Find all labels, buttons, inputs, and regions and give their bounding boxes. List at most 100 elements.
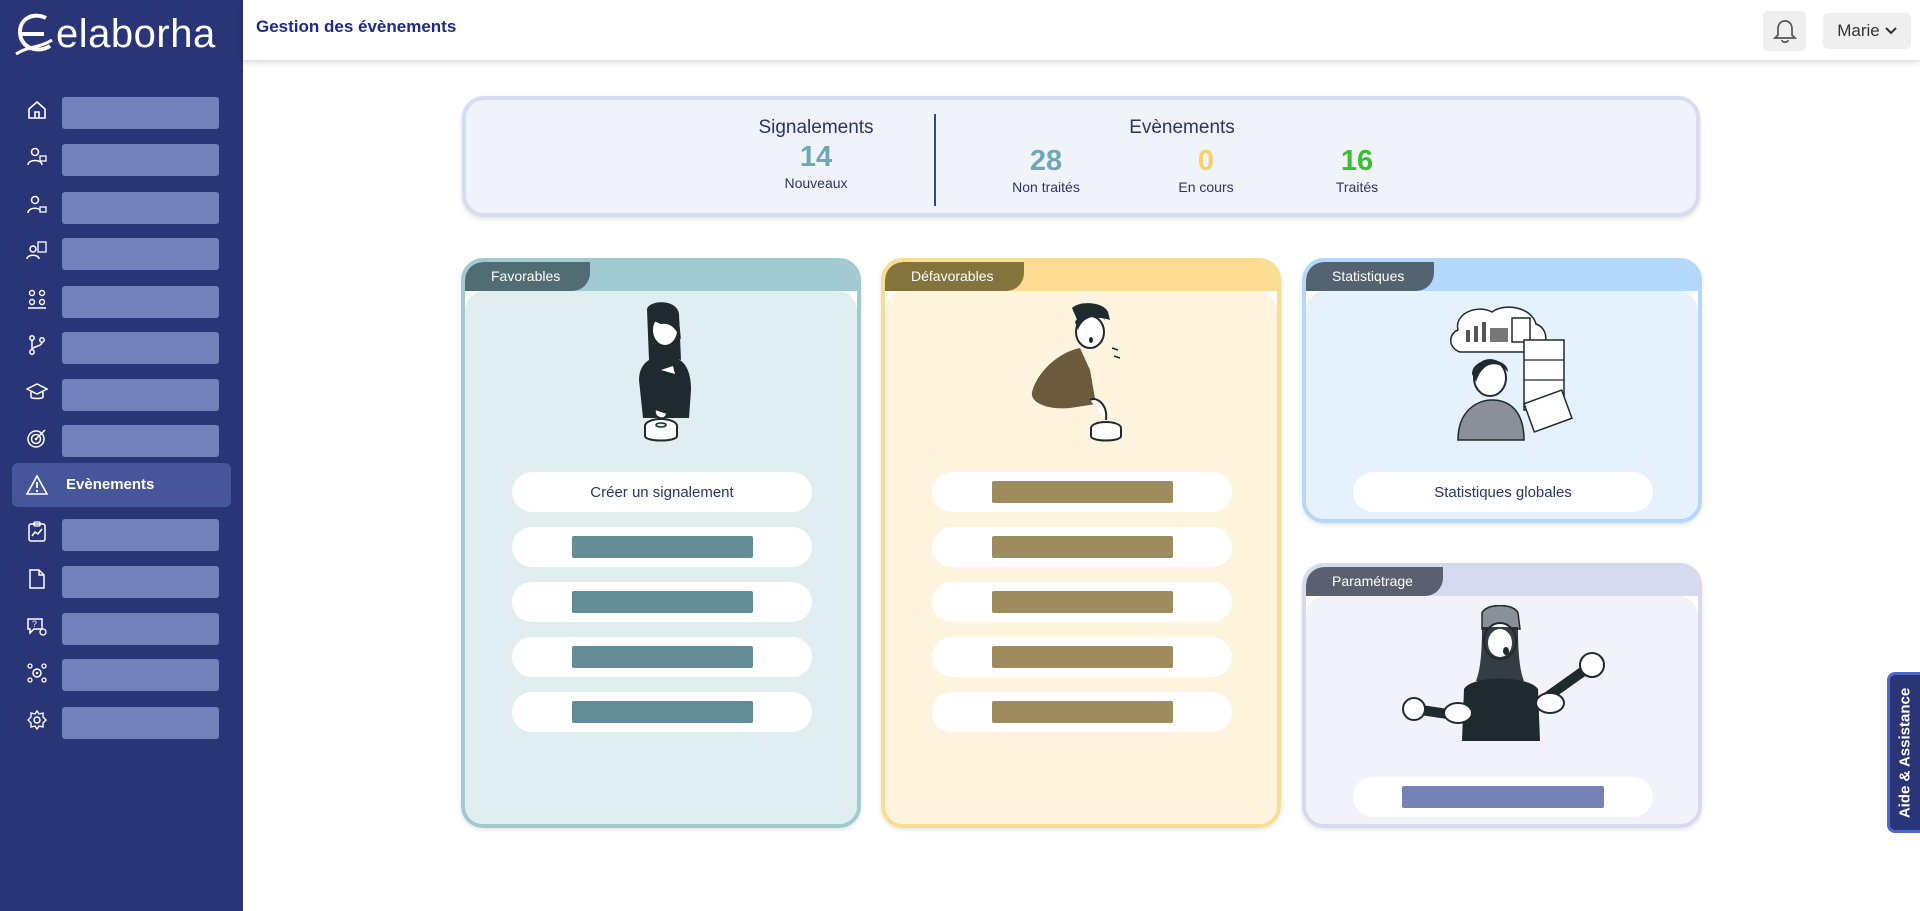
aide-assistance-label: Aide & Assistance — [1896, 687, 1914, 818]
logo-text: elaborha — [56, 11, 216, 56]
sidebar-item-evenements[interactable]: Evènements — [12, 463, 231, 507]
signalements-summary[interactable]: Signalements 14 Nouveaux — [746, 117, 886, 191]
favorables-action-button[interactable] — [512, 527, 812, 567]
sidebar-item-placeholder — [62, 286, 219, 318]
bell-icon — [1772, 20, 1797, 44]
sidebar-item-placeholder — [62, 707, 219, 739]
sidebar-item-placeholder — [62, 332, 219, 364]
logo-mark-icon — [15, 13, 53, 56]
sidebar-item-13[interactable] — [12, 650, 231, 694]
sidebar-item-2[interactable] — [12, 135, 231, 179]
svg-text:?: ? — [32, 619, 37, 629]
defavorables-card: Défavorables — [881, 258, 1281, 828]
aide-assistance-tab[interactable]: Aide & Assistance — [1887, 672, 1920, 833]
graduation-cap-icon — [26, 383, 48, 400]
person-with-wrenches-illustration — [1402, 605, 1605, 741]
placeholder-bar — [571, 646, 753, 668]
favorables-action-button[interactable] — [512, 637, 812, 677]
placeholder-bar — [571, 701, 753, 723]
favorables-action-button[interactable] — [512, 692, 812, 732]
signalements-heading: Signalements — [758, 117, 874, 138]
person-pressing-button-illustration — [639, 302, 691, 442]
create-signalement-button[interactable]: Créer un signalement — [512, 472, 812, 512]
signalements-label: Nouveaux — [784, 175, 848, 191]
placeholder-bar — [991, 481, 1173, 503]
user-document-icon — [26, 241, 47, 260]
user-lock-icon — [27, 195, 47, 214]
top-header: Gestion des évènements Marie — [243, 0, 1920, 60]
non-traites-count: 28 — [1029, 145, 1063, 177]
sidebar-item-3[interactable] — [12, 183, 231, 227]
placeholder-bar — [1402, 786, 1604, 808]
team-gear-icon — [27, 663, 47, 683]
statistiques-globales-button[interactable]: Statistiques globales — [1353, 472, 1653, 512]
sidebar-item-4[interactable] — [12, 229, 231, 273]
defavorables-action-button[interactable] — [932, 527, 1232, 567]
parametrage-card: Paramétrage — [1302, 563, 1702, 828]
sidebar-item-placeholder — [62, 97, 219, 129]
sidebar-item-placeholder — [62, 238, 219, 270]
logo[interactable]: elaborha — [14, 8, 216, 60]
home-icon — [28, 100, 46, 119]
notifications-button[interactable] — [1763, 11, 1806, 51]
non-traites-label: Non traités — [1012, 179, 1080, 195]
chevron-down-icon — [1885, 27, 1897, 35]
sidebar: elaborha Evènements ? — [0, 0, 243, 911]
statistiques-card: Statistiques Statistiques globales — [1302, 258, 1702, 523]
en-cours-count: 0 — [1197, 145, 1215, 177]
evenements-traites[interactable]: 16 Traités — [1307, 145, 1407, 195]
defavorables-tab: Défavorables — [885, 262, 1024, 291]
sidebar-item-7[interactable] — [12, 370, 231, 414]
sidebar-item-placeholder — [62, 144, 219, 176]
parametrage-action-button[interactable] — [1353, 777, 1653, 817]
sidebar-item-12[interactable]: ? — [12, 604, 231, 648]
user-name: Marie — [1837, 21, 1880, 40]
favorables-card: Favorables Créer un signalement — [461, 258, 861, 828]
statistiques-tab: Statistiques — [1306, 262, 1435, 291]
sidebar-item-settings[interactable] — [12, 698, 231, 742]
evenements-non-traites[interactable]: 28 Non traités — [996, 145, 1096, 195]
evenements-heading: Evènements — [1129, 117, 1235, 138]
sidebar-item-placeholder — [62, 566, 219, 598]
sidebar-item-placeholder — [62, 613, 219, 645]
user-menu-button[interactable]: Marie — [1823, 13, 1911, 49]
defavorables-action-button[interactable] — [932, 692, 1232, 732]
placeholder-bar — [991, 646, 1173, 668]
user-settings-icon — [27, 147, 47, 166]
sidebar-item-placeholder — [62, 425, 219, 457]
sidebar-item-placeholder — [62, 192, 219, 224]
gear-icon — [27, 709, 47, 731]
parametrage-tab: Paramétrage — [1306, 567, 1443, 596]
evenements-heading-wrap: Evènements — [1102, 117, 1262, 139]
sidebar-item-8[interactable] — [12, 416, 231, 460]
sidebar-item-10[interactable] — [12, 510, 231, 554]
sidebar-item-label: Evènements — [66, 476, 155, 493]
traites-count: 16 — [1340, 145, 1374, 177]
defavorables-action-button[interactable] — [932, 582, 1232, 622]
file-icon — [29, 569, 45, 589]
favorables-action-button[interactable] — [512, 582, 812, 622]
placeholder-bar — [991, 536, 1173, 558]
page-title: Gestion des évènements — [256, 17, 457, 36]
favorables-tab: Favorables — [465, 262, 591, 291]
en-cours-label: En cours — [1178, 179, 1234, 195]
sidebar-item-placeholder — [62, 659, 219, 691]
signalements-count: 14 — [799, 141, 833, 173]
defavorables-action-button[interactable] — [932, 472, 1232, 512]
evenements-en-cours[interactable]: 0 En cours — [1156, 145, 1256, 195]
placeholder-bar — [571, 536, 753, 558]
sidebar-item-home[interactable] — [12, 88, 231, 132]
placeholder-bar — [991, 701, 1173, 723]
worried-person-illustration — [1031, 303, 1122, 442]
warning-icon — [26, 474, 48, 495]
placeholder-bar — [991, 591, 1173, 613]
defavorables-action-button[interactable] — [932, 637, 1232, 677]
sidebar-item-6[interactable] — [12, 323, 231, 367]
sidebar-item-11[interactable] — [12, 557, 231, 601]
person-with-statistics-illustration — [1450, 306, 1573, 441]
placeholder-bar — [571, 591, 753, 613]
summary-divider — [934, 114, 936, 206]
summary-panel: Signalements 14 Nouveaux Evènements 28 N… — [462, 96, 1700, 217]
help-chat-icon: ? — [27, 618, 47, 636]
sidebar-item-5[interactable] — [12, 277, 231, 321]
